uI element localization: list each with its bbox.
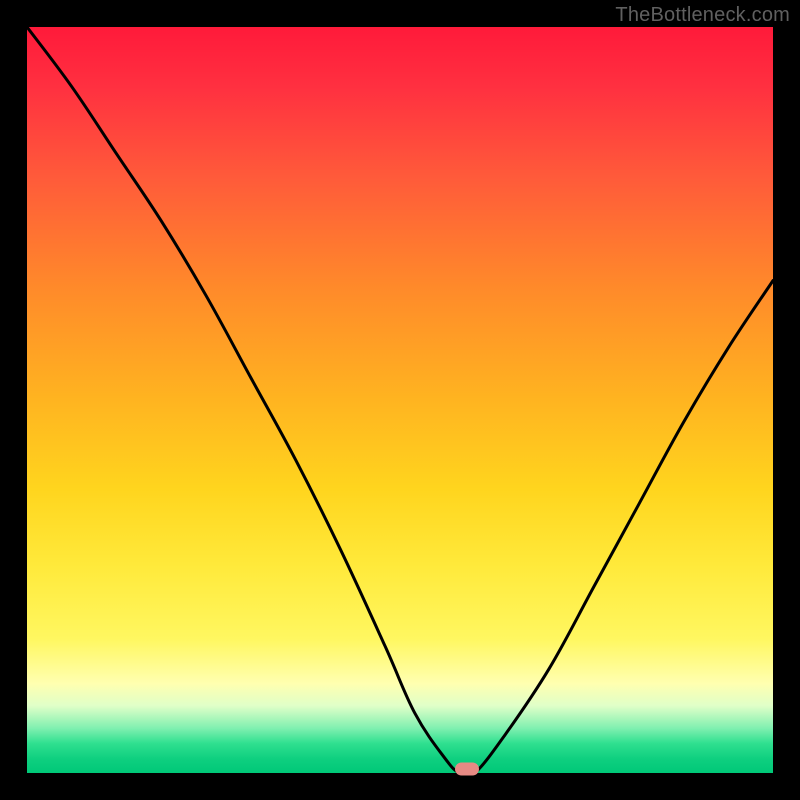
chart-frame: TheBottleneck.com: [0, 0, 800, 800]
plot-area: [27, 27, 773, 773]
bottleneck-curve: [27, 27, 773, 773]
optimum-marker: [455, 763, 479, 776]
attribution-label: TheBottleneck.com: [615, 4, 790, 27]
